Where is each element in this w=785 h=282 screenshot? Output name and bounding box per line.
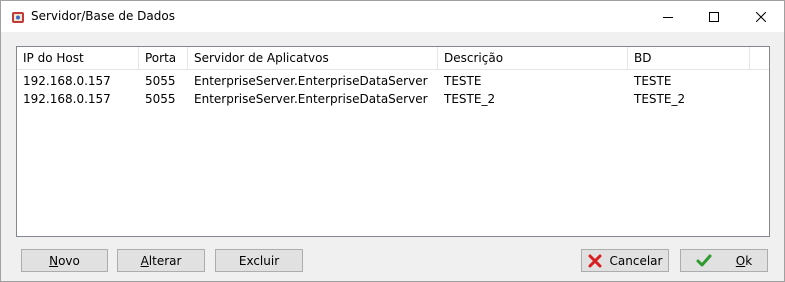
maximize-icon (709, 11, 719, 22)
cell-descricao: TESTE_2 (444, 92, 496, 106)
cell-servidor: EnterpriseServer.EnterpriseDataServer (194, 74, 428, 88)
cell-porta: 5055 (145, 92, 176, 106)
alterar-label: lterar (148, 253, 182, 268)
novo-accel: N (49, 253, 59, 268)
cell-ip: 192.168.0.157 (23, 92, 111, 106)
cancel-label: Cancelar (609, 253, 663, 268)
dialog-window: Servidor/Base de Dados IP do Host Porta … (0, 0, 785, 282)
window-title: Servidor/Base de Dados (31, 9, 175, 23)
ok-button[interactable]: Ok (680, 249, 768, 272)
cell-bd: TESTE (634, 74, 672, 88)
cancel-x-icon (588, 254, 602, 267)
table-row[interactable]: 192.168.0.157 5055 EnterpriseServer.Ente… (17, 90, 769, 108)
column-header-servidor[interactable]: Servidor de Aplicatvos (188, 47, 438, 69)
server-list[interactable]: IP do Host Porta Servidor de Aplicatvos … (16, 46, 770, 237)
minimize-icon (663, 16, 673, 18)
excluir-button[interactable]: Excluir (215, 249, 303, 272)
cell-descricao: TESTE (444, 74, 482, 88)
cell-bd: TESTE_2 (634, 92, 686, 106)
column-header-bd[interactable]: BD (628, 47, 750, 69)
title-bar[interactable]: Servidor/Base de Dados (1, 1, 784, 32)
table-row[interactable]: 192.168.0.157 5055 EnterpriseServer.Ente… (17, 72, 769, 90)
minimize-button[interactable] (645, 1, 691, 32)
ok-check-icon (696, 254, 712, 266)
novo-button[interactable]: Novo (21, 249, 108, 272)
alterar-button[interactable]: Alterar (117, 249, 205, 272)
app-icon (12, 12, 24, 23)
cell-porta: 5055 (145, 74, 176, 88)
maximize-button[interactable] (691, 1, 737, 32)
excluir-label: Excluir (238, 253, 280, 268)
cancel-button[interactable]: Cancelar (581, 249, 669, 272)
cell-ip: 192.168.0.157 (23, 74, 111, 88)
list-header: IP do Host Porta Servidor de Aplicatvos … (17, 47, 769, 70)
ok-label: k (745, 253, 753, 268)
alterar-accel: A (140, 253, 149, 268)
close-button[interactable] (738, 1, 784, 32)
novo-label: ovo (58, 253, 80, 268)
close-icon (756, 11, 766, 22)
column-header-ip[interactable]: IP do Host (17, 47, 139, 69)
ok-accel: O (735, 253, 746, 268)
column-header-descricao[interactable]: Descrição (438, 47, 628, 69)
cell-servidor: EnterpriseServer.EnterpriseDataServer (194, 92, 428, 106)
column-header-porta[interactable]: Porta (139, 47, 188, 69)
